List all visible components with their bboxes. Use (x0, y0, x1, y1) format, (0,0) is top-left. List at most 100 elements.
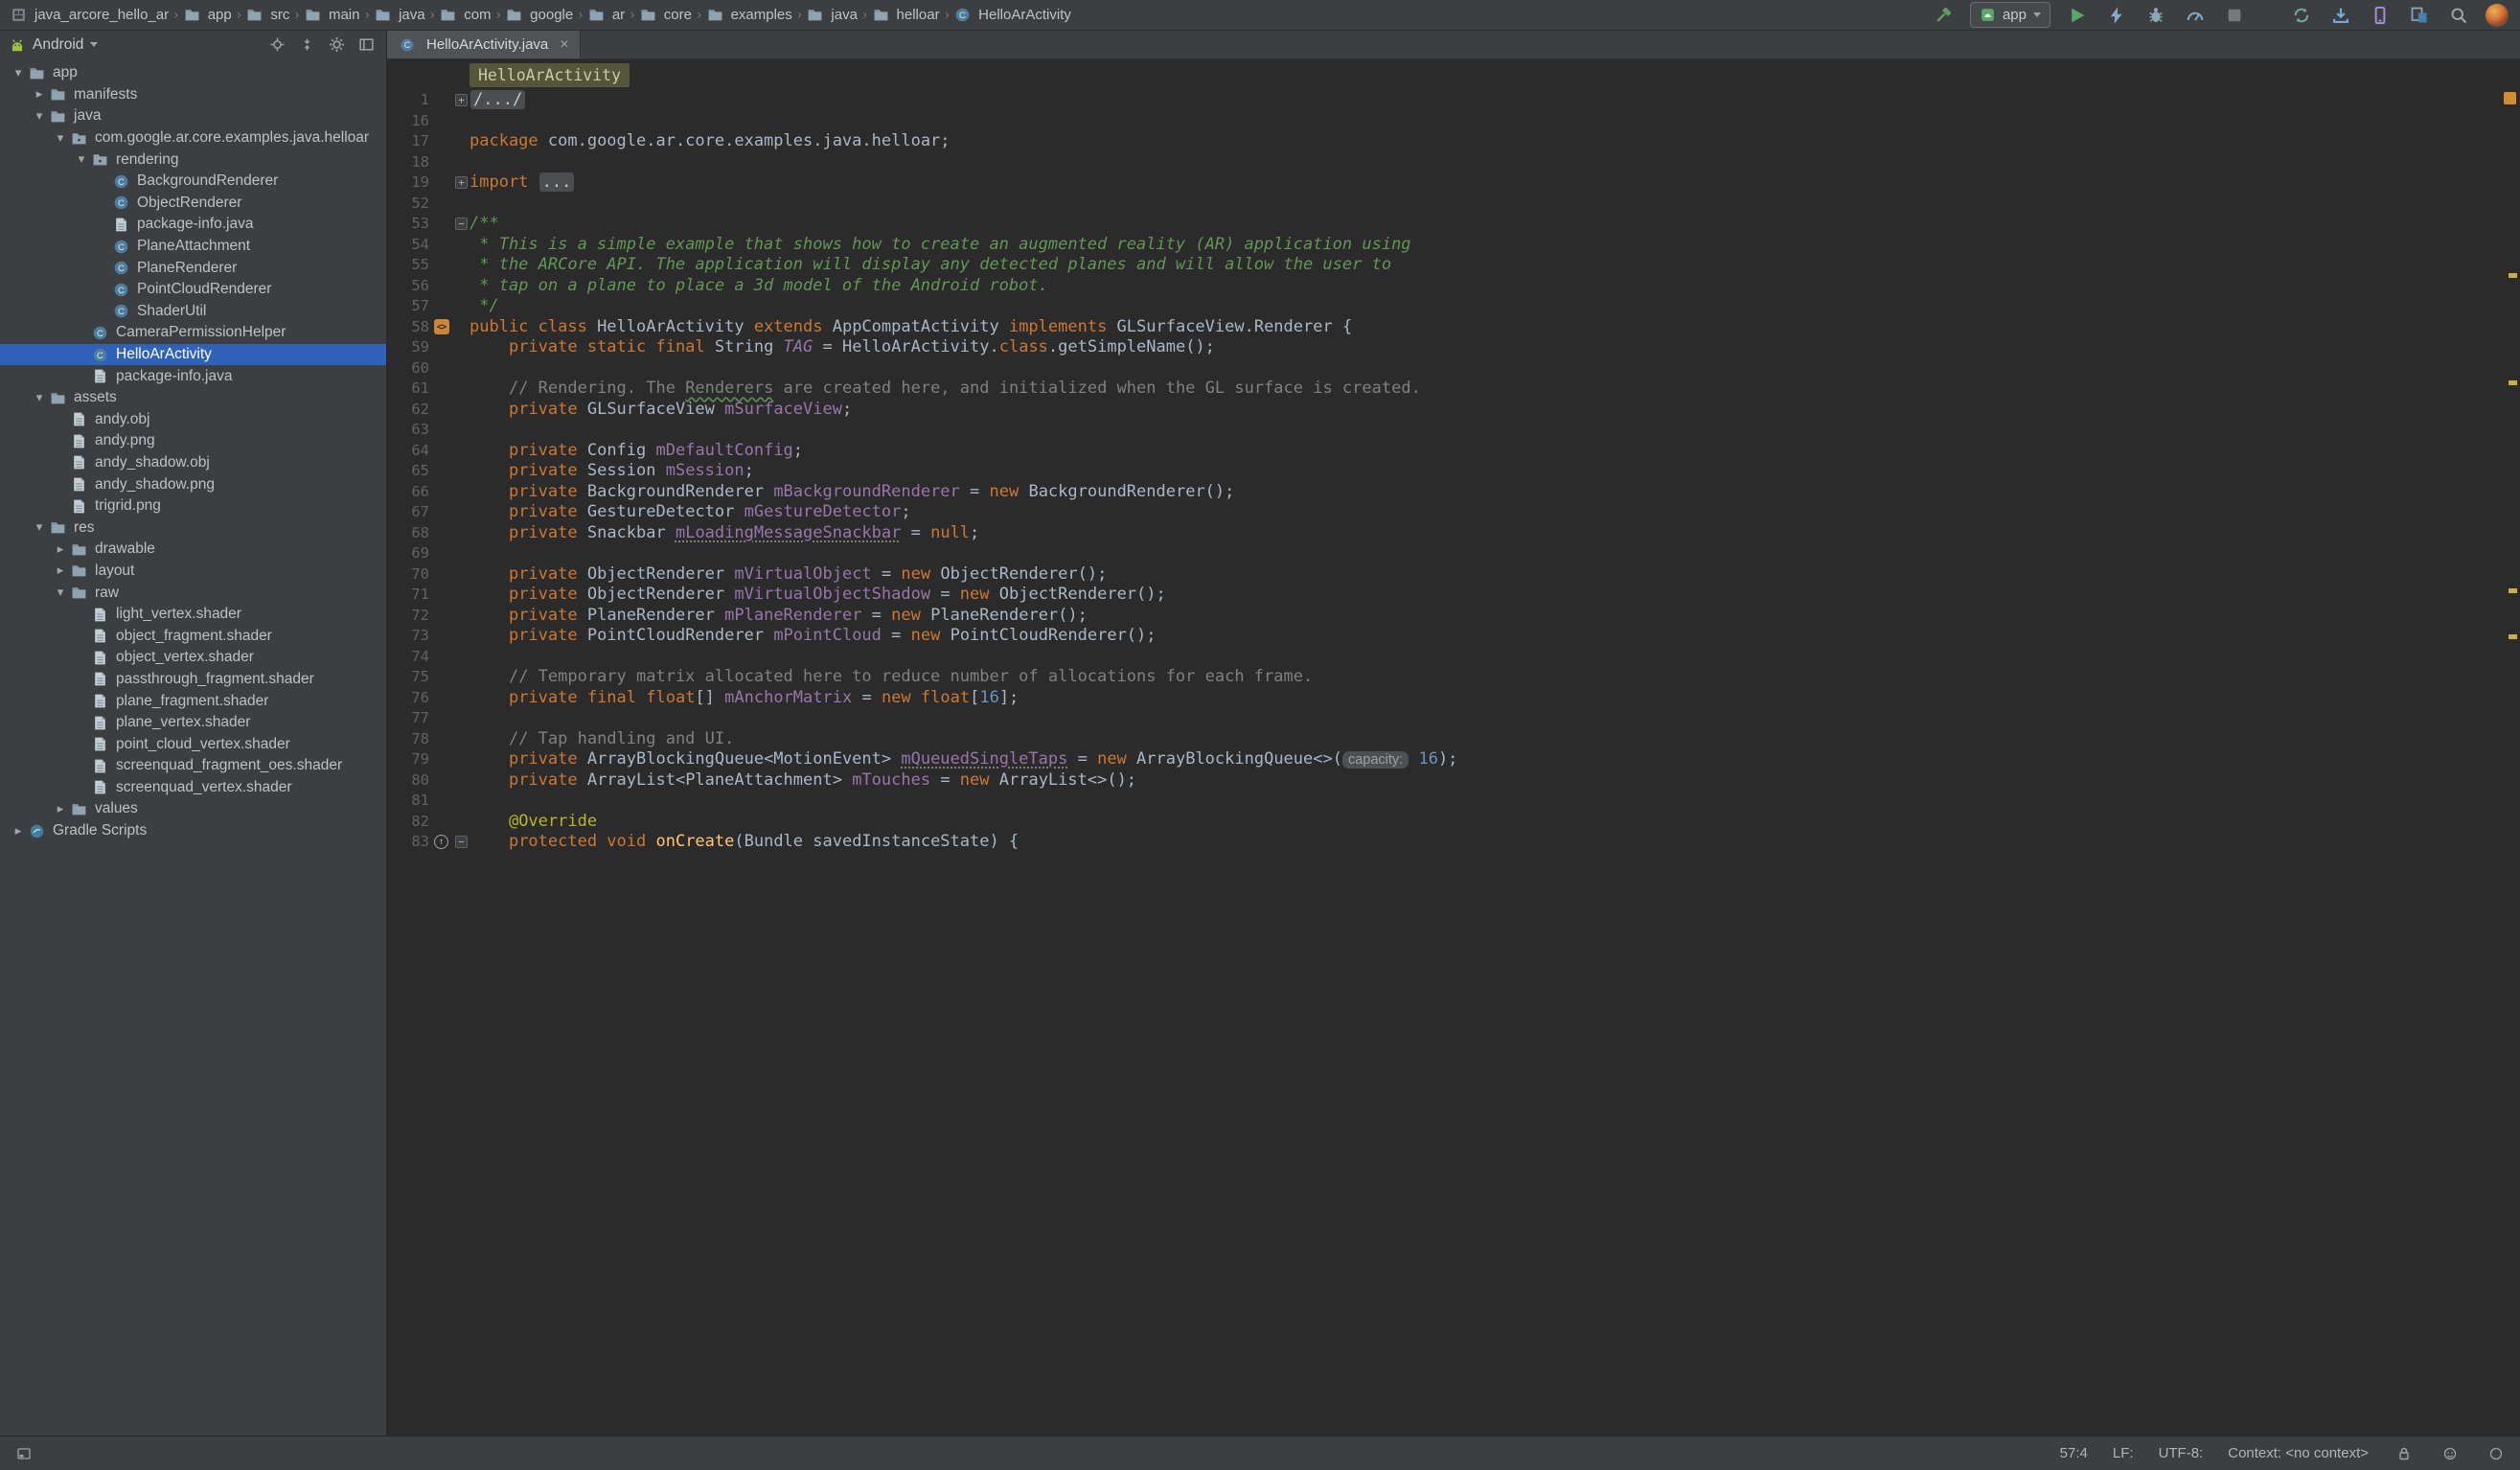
breadcrumb-item-helloar[interactable]: helloar (872, 7, 941, 23)
file-encoding-widget[interactable]: UTF-8: (2159, 1445, 2204, 1461)
tree-item-screenquad-vertex-shader[interactable]: screenquad_vertex.shader (0, 777, 386, 799)
chevron-right-icon[interactable]: ▸ (50, 563, 71, 578)
tree-item-package-info-java[interactable]: package-info.java (0, 365, 386, 387)
fold-expand-icon[interactable]: + (455, 176, 468, 189)
code-line-60[interactable]: 60 (387, 358, 2520, 379)
search-everywhere-icon[interactable] (2446, 3, 2471, 28)
tree-item-planerenderer[interactable]: CPlaneRenderer (0, 257, 386, 279)
background-tasks-icon[interactable] (2486, 1443, 2507, 1464)
locate-file-icon[interactable] (265, 34, 288, 57)
tree-item-plane-fragment-shader[interactable]: plane_fragment.shader (0, 690, 386, 712)
chevron-down-icon[interactable]: ▾ (50, 586, 71, 600)
chevron-down-icon[interactable]: ▾ (71, 152, 92, 167)
tree-item-java[interactable]: ▾java (0, 105, 386, 127)
fold-collapse-icon[interactable]: − (455, 836, 468, 848)
warning-stripe-mark[interactable] (2509, 588, 2517, 593)
tree-item-package-info-java[interactable]: package-info.java (0, 214, 386, 236)
tree-item-com-google-ar-core-examples-java-helloar[interactable]: ▾com.google.ar.core.examples.java.helloa… (0, 127, 386, 149)
code-line-65[interactable]: 65 private Session mSession; (387, 461, 2520, 482)
breadcrumb-item-core[interactable]: core (639, 7, 693, 23)
tree-item-drawable[interactable]: ▸drawable (0, 539, 386, 561)
code-area[interactable]: 1+/.../1617package com.google.ar.core.ex… (387, 90, 2520, 1436)
code-line-78[interactable]: 78 // Tap handling and UI. (387, 729, 2520, 750)
code-line-64[interactable]: 64 private Config mDefaultConfig; (387, 441, 2520, 462)
warning-stripe-mark[interactable] (2509, 380, 2517, 385)
breadcrumb-class-chip[interactable]: HelloArActivity (470, 63, 630, 87)
chevron-down-icon[interactable]: ▾ (8, 66, 29, 80)
tree-item-point-cloud-vertex-shader[interactable]: point_cloud_vertex.shader (0, 733, 386, 755)
code-line-16[interactable]: 16 (387, 111, 2520, 132)
tree-item-andy-shadow-obj[interactable]: andy_shadow.obj (0, 452, 386, 474)
code-line-68[interactable]: 68 private Snackbar mLoadingMessageSnack… (387, 523, 2520, 544)
sdk-manager-download-icon[interactable] (2328, 3, 2353, 28)
breadcrumb-item-com[interactable]: com (439, 7, 492, 23)
tree-item-light-vertex-shader[interactable]: light_vertex.shader (0, 604, 386, 626)
lock-icon[interactable] (2394, 1443, 2415, 1464)
hide-panel-icon[interactable] (355, 34, 378, 57)
implementing-marker-icon[interactable]: <> (434, 319, 449, 334)
code-line-72[interactable]: 72 private PlaneRenderer mPlaneRenderer … (387, 606, 2520, 627)
breadcrumb-item-java[interactable]: java (374, 7, 426, 23)
inspection-indicator[interactable] (2504, 92, 2516, 104)
tree-item-manifests[interactable]: ▸manifests (0, 84, 386, 106)
caret-position[interactable]: 57:4 (2060, 1445, 2088, 1461)
breadcrumb-item-google[interactable]: google (505, 7, 574, 23)
fold-expand-icon[interactable]: + (455, 94, 468, 106)
code-line-77[interactable]: 77 (387, 708, 2520, 729)
code-line-70[interactable]: 70 private ObjectRenderer mVirtualObject… (387, 564, 2520, 586)
tool-window-toggle-icon[interactable] (13, 1443, 34, 1464)
code-line-81[interactable]: 81 (387, 791, 2520, 812)
breadcrumb-item-helloaractivity[interactable]: CHelloArActivity (953, 7, 1072, 23)
breadcrumb-item-java-arcore-hello-ar[interactable]: java_arcore_hello_ar (10, 7, 170, 23)
project-view-selector[interactable]: Android (33, 36, 83, 54)
code-line-79[interactable]: 79 private ArrayBlockingQueue<MotionEven… (387, 749, 2520, 770)
code-line-66[interactable]: 66 private BackgroundRenderer mBackgroun… (387, 482, 2520, 503)
tree-item-trigrid-png[interactable]: trigrid.png (0, 495, 386, 517)
code-line-80[interactable]: 80 private ArrayList<PlaneAttachment> mT… (387, 770, 2520, 792)
breadcrumb-item-ar[interactable]: ar (587, 7, 626, 23)
code-line-52[interactable]: 52 (387, 194, 2520, 215)
tree-item-plane-vertex-shader[interactable]: plane_vertex.shader (0, 712, 386, 734)
breadcrumb-item-app[interactable]: app (183, 7, 233, 23)
chevron-down-icon[interactable]: ▾ (29, 109, 50, 124)
tree-item-andy-obj[interactable]: andy.obj (0, 409, 386, 431)
code-line-56[interactable]: 56 * tap on a plane to place a 3d model … (387, 276, 2520, 297)
gradle-sync-icon[interactable] (2289, 3, 2314, 28)
user-avatar[interactable] (2486, 4, 2509, 27)
code-line-74[interactable]: 74 (387, 647, 2520, 668)
chevron-down-icon[interactable]: ▾ (29, 391, 50, 405)
tree-item-assets[interactable]: ▾assets (0, 387, 386, 409)
chevron-right-icon[interactable]: ▸ (29, 87, 50, 102)
tree-item-pointcloudrenderer[interactable]: CPointCloudRenderer (0, 279, 386, 301)
tree-item-app[interactable]: ▾app (0, 62, 386, 84)
highlighting-level-icon[interactable] (2440, 1443, 2461, 1464)
code-line-57[interactable]: 57 */ (387, 296, 2520, 317)
code-line-53[interactable]: 53−/** (387, 214, 2520, 235)
tree-item-layout[interactable]: ▸layout (0, 561, 386, 583)
override-marker-icon[interactable]: ↑ (434, 835, 448, 849)
code-line-17[interactable]: 17package com.google.ar.core.examples.ja… (387, 131, 2520, 152)
profiler-gauge-icon[interactable] (2183, 3, 2208, 28)
collapse-all-icon[interactable] (295, 34, 318, 57)
tree-item-backgroundrenderer[interactable]: CBackgroundRenderer (0, 171, 386, 193)
code-line-75[interactable]: 75 // Temporary matrix allocated here to… (387, 667, 2520, 688)
breadcrumb-item-main[interactable]: main (304, 7, 361, 23)
code-line-76[interactable]: 76 private final float[] mAnchorMatrix =… (387, 688, 2520, 709)
code-line-19[interactable]: 19+import ... (387, 172, 2520, 194)
chevron-right-icon[interactable]: ▸ (50, 542, 71, 557)
tree-item-helloaractivity[interactable]: CHelloArActivity (0, 344, 386, 366)
code-line-59[interactable]: 59 private static final String TAG = Hel… (387, 337, 2520, 358)
breadcrumb-item-src[interactable]: src (245, 7, 290, 23)
fold-collapse-icon[interactable]: − (455, 218, 468, 230)
tree-item-planeattachment[interactable]: CPlaneAttachment (0, 236, 386, 258)
run-configuration-select[interactable]: app (1970, 2, 2050, 28)
editor-tab-helloaractivity[interactable]: C HelloArActivity.java × (387, 31, 581, 58)
chevron-right-icon[interactable]: ▸ (50, 802, 71, 816)
code-line-62[interactable]: 62 private GLSurfaceView mSurfaceView; (387, 400, 2520, 421)
code-line-1[interactable]: 1+/.../ (387, 90, 2520, 111)
apply-changes-icon[interactable] (2104, 3, 2129, 28)
run-button[interactable] (2065, 3, 2090, 28)
tree-item-rendering[interactable]: ▾rendering (0, 149, 386, 171)
tree-item-gradle-scripts[interactable]: ▸Gradle Scripts (0, 820, 386, 842)
tree-item-raw[interactable]: ▾raw (0, 582, 386, 604)
